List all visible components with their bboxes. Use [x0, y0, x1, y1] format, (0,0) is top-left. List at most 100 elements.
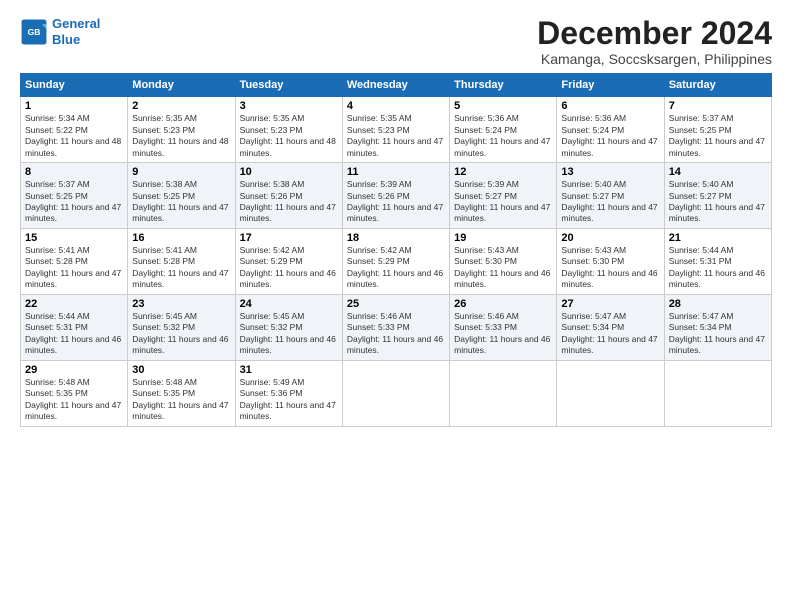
- day-number: 4: [347, 100, 445, 112]
- week-row-2: 8 Sunrise: 5:37 AMSunset: 5:25 PMDayligh…: [21, 163, 772, 229]
- day-cell: 16 Sunrise: 5:41 AMSunset: 5:28 PMDaylig…: [128, 228, 235, 294]
- day-number: 2: [132, 100, 230, 112]
- svg-text:GB: GB: [28, 27, 41, 37]
- day-info: Sunrise: 5:37 AMSunset: 5:25 PMDaylight:…: [25, 179, 123, 225]
- day-cell: 27 Sunrise: 5:47 AMSunset: 5:34 PMDaylig…: [557, 294, 664, 360]
- day-cell: 30 Sunrise: 5:48 AMSunset: 5:35 PMDaylig…: [128, 360, 235, 426]
- day-number: 11: [347, 166, 445, 178]
- day-cell: 26 Sunrise: 5:46 AMSunset: 5:33 PMDaylig…: [450, 294, 557, 360]
- day-number: 28: [669, 298, 767, 310]
- day-number: 17: [240, 232, 338, 244]
- day-cell: 11 Sunrise: 5:39 AMSunset: 5:26 PMDaylig…: [342, 163, 449, 229]
- day-cell: [450, 360, 557, 426]
- day-cell: 2 Sunrise: 5:35 AMSunset: 5:23 PMDayligh…: [128, 97, 235, 163]
- title-block: December 2024 Kamanga, Soccsksargen, Phi…: [537, 16, 772, 67]
- day-info: Sunrise: 5:41 AMSunset: 5:28 PMDaylight:…: [132, 245, 230, 291]
- day-cell: 29 Sunrise: 5:48 AMSunset: 5:35 PMDaylig…: [21, 360, 128, 426]
- day-number: 6: [561, 100, 659, 112]
- col-header-wednesday: Wednesday: [342, 74, 449, 97]
- day-info: Sunrise: 5:47 AMSunset: 5:34 PMDaylight:…: [561, 311, 659, 357]
- day-number: 19: [454, 232, 552, 244]
- day-number: 12: [454, 166, 552, 178]
- logo-line2: Blue: [52, 32, 80, 47]
- col-header-sunday: Sunday: [21, 74, 128, 97]
- day-number: 24: [240, 298, 338, 310]
- day-info: Sunrise: 5:39 AMSunset: 5:26 PMDaylight:…: [347, 179, 445, 225]
- day-info: Sunrise: 5:36 AMSunset: 5:24 PMDaylight:…: [561, 113, 659, 159]
- week-row-3: 15 Sunrise: 5:41 AMSunset: 5:28 PMDaylig…: [21, 228, 772, 294]
- day-info: Sunrise: 5:49 AMSunset: 5:36 PMDaylight:…: [240, 377, 338, 423]
- day-cell: 28 Sunrise: 5:47 AMSunset: 5:34 PMDaylig…: [664, 294, 771, 360]
- day-info: Sunrise: 5:46 AMSunset: 5:33 PMDaylight:…: [454, 311, 552, 357]
- day-number: 13: [561, 166, 659, 178]
- day-cell: 9 Sunrise: 5:38 AMSunset: 5:25 PMDayligh…: [128, 163, 235, 229]
- day-info: Sunrise: 5:36 AMSunset: 5:24 PMDaylight:…: [454, 113, 552, 159]
- day-cell: 8 Sunrise: 5:37 AMSunset: 5:25 PMDayligh…: [21, 163, 128, 229]
- day-info: Sunrise: 5:40 AMSunset: 5:27 PMDaylight:…: [669, 179, 767, 225]
- day-info: Sunrise: 5:43 AMSunset: 5:30 PMDaylight:…: [561, 245, 659, 291]
- day-cell: 3 Sunrise: 5:35 AMSunset: 5:23 PMDayligh…: [235, 97, 342, 163]
- day-info: Sunrise: 5:34 AMSunset: 5:22 PMDaylight:…: [25, 113, 123, 159]
- day-number: 23: [132, 298, 230, 310]
- week-row-4: 22 Sunrise: 5:44 AMSunset: 5:31 PMDaylig…: [21, 294, 772, 360]
- day-number: 10: [240, 166, 338, 178]
- day-number: 29: [25, 364, 123, 376]
- day-number: 25: [347, 298, 445, 310]
- page: GB General Blue December 2024 Kamanga, S…: [0, 0, 792, 612]
- day-cell: 19 Sunrise: 5:43 AMSunset: 5:30 PMDaylig…: [450, 228, 557, 294]
- day-number: 21: [669, 232, 767, 244]
- col-header-monday: Monday: [128, 74, 235, 97]
- day-cell: 12 Sunrise: 5:39 AMSunset: 5:27 PMDaylig…: [450, 163, 557, 229]
- day-info: Sunrise: 5:44 AMSunset: 5:31 PMDaylight:…: [25, 311, 123, 357]
- day-number: 31: [240, 364, 338, 376]
- header-row: SundayMondayTuesdayWednesdayThursdayFrid…: [21, 74, 772, 97]
- day-cell: 7 Sunrise: 5:37 AMSunset: 5:25 PMDayligh…: [664, 97, 771, 163]
- day-number: 9: [132, 166, 230, 178]
- day-info: Sunrise: 5:44 AMSunset: 5:31 PMDaylight:…: [669, 245, 767, 291]
- day-number: 27: [561, 298, 659, 310]
- col-header-thursday: Thursday: [450, 74, 557, 97]
- logo-text: General Blue: [52, 16, 100, 47]
- day-cell: 23 Sunrise: 5:45 AMSunset: 5:32 PMDaylig…: [128, 294, 235, 360]
- day-number: 15: [25, 232, 123, 244]
- day-number: 16: [132, 232, 230, 244]
- day-info: Sunrise: 5:42 AMSunset: 5:29 PMDaylight:…: [240, 245, 338, 291]
- day-info: Sunrise: 5:46 AMSunset: 5:33 PMDaylight:…: [347, 311, 445, 357]
- day-info: Sunrise: 5:45 AMSunset: 5:32 PMDaylight:…: [240, 311, 338, 357]
- day-info: Sunrise: 5:42 AMSunset: 5:29 PMDaylight:…: [347, 245, 445, 291]
- day-info: Sunrise: 5:45 AMSunset: 5:32 PMDaylight:…: [132, 311, 230, 357]
- day-info: Sunrise: 5:48 AMSunset: 5:35 PMDaylight:…: [25, 377, 123, 423]
- day-cell: [557, 360, 664, 426]
- logo: GB General Blue: [20, 16, 100, 47]
- day-cell: 31 Sunrise: 5:49 AMSunset: 5:36 PMDaylig…: [235, 360, 342, 426]
- day-info: Sunrise: 5:41 AMSunset: 5:28 PMDaylight:…: [25, 245, 123, 291]
- day-number: 14: [669, 166, 767, 178]
- day-cell: [342, 360, 449, 426]
- day-number: 22: [25, 298, 123, 310]
- week-row-5: 29 Sunrise: 5:48 AMSunset: 5:35 PMDaylig…: [21, 360, 772, 426]
- day-cell: 4 Sunrise: 5:35 AMSunset: 5:23 PMDayligh…: [342, 97, 449, 163]
- day-info: Sunrise: 5:39 AMSunset: 5:27 PMDaylight:…: [454, 179, 552, 225]
- day-cell: 10 Sunrise: 5:38 AMSunset: 5:26 PMDaylig…: [235, 163, 342, 229]
- week-row-1: 1 Sunrise: 5:34 AMSunset: 5:22 PMDayligh…: [21, 97, 772, 163]
- day-cell: 20 Sunrise: 5:43 AMSunset: 5:30 PMDaylig…: [557, 228, 664, 294]
- day-cell: 24 Sunrise: 5:45 AMSunset: 5:32 PMDaylig…: [235, 294, 342, 360]
- day-cell: 25 Sunrise: 5:46 AMSunset: 5:33 PMDaylig…: [342, 294, 449, 360]
- day-number: 18: [347, 232, 445, 244]
- day-cell: 17 Sunrise: 5:42 AMSunset: 5:29 PMDaylig…: [235, 228, 342, 294]
- col-header-tuesday: Tuesday: [235, 74, 342, 97]
- calendar-table: SundayMondayTuesdayWednesdayThursdayFrid…: [20, 73, 772, 426]
- day-info: Sunrise: 5:35 AMSunset: 5:23 PMDaylight:…: [347, 113, 445, 159]
- day-number: 20: [561, 232, 659, 244]
- day-info: Sunrise: 5:47 AMSunset: 5:34 PMDaylight:…: [669, 311, 767, 357]
- subtitle: Kamanga, Soccsksargen, Philippines: [537, 51, 772, 67]
- day-cell: 6 Sunrise: 5:36 AMSunset: 5:24 PMDayligh…: [557, 97, 664, 163]
- col-header-friday: Friday: [557, 74, 664, 97]
- day-info: Sunrise: 5:48 AMSunset: 5:35 PMDaylight:…: [132, 377, 230, 423]
- day-cell: 1 Sunrise: 5:34 AMSunset: 5:22 PMDayligh…: [21, 97, 128, 163]
- day-info: Sunrise: 5:35 AMSunset: 5:23 PMDaylight:…: [240, 113, 338, 159]
- day-info: Sunrise: 5:40 AMSunset: 5:27 PMDaylight:…: [561, 179, 659, 225]
- main-title: December 2024: [537, 16, 772, 51]
- day-info: Sunrise: 5:37 AMSunset: 5:25 PMDaylight:…: [669, 113, 767, 159]
- day-number: 8: [25, 166, 123, 178]
